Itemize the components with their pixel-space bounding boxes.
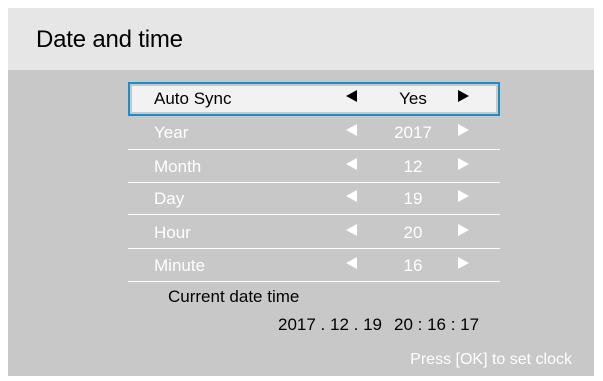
setting-label: Auto Sync (154, 89, 232, 108)
setting-row-auto-sync[interactable]: Auto Sync Yes (128, 82, 500, 116)
setting-row-month[interactable]: Month 12 (128, 150, 500, 184)
osd-panel: Date and time Auto Sync Yes Year 2017 Mo… (8, 8, 594, 376)
setting-value: 16 (403, 256, 423, 275)
setting-label: Minute (154, 256, 206, 275)
decrease-arrow-icon[interactable] (346, 90, 357, 102)
setting-row-day[interactable]: Day 19 (128, 182, 500, 216)
decrease-arrow-icon[interactable] (346, 257, 357, 269)
setting-label: Hour (154, 223, 191, 242)
decrease-arrow-icon[interactable] (346, 224, 357, 236)
setting-value: 2017 (394, 123, 432, 142)
current-date-value: 2017 . 12 . 19 (278, 315, 382, 334)
row-divider (128, 214, 500, 215)
increase-arrow-icon[interactable] (458, 124, 469, 136)
header-bar: Date and time (8, 8, 594, 70)
increase-arrow-icon[interactable] (458, 224, 469, 236)
setting-label: Year (154, 123, 189, 142)
decrease-arrow-icon[interactable] (346, 190, 357, 202)
setting-row-minute[interactable]: Minute 16 (128, 249, 500, 283)
setting-value: Yes (399, 89, 427, 108)
current-date-time-label: Current date time (168, 287, 300, 306)
decrease-arrow-icon[interactable] (346, 124, 357, 136)
setting-value: 20 (403, 223, 423, 242)
setting-row-year[interactable]: Year 2017 (128, 116, 500, 150)
increase-arrow-icon[interactable] (458, 90, 469, 102)
setting-label: Month (154, 157, 202, 176)
row-divider (128, 281, 500, 282)
increase-arrow-icon[interactable] (458, 257, 469, 269)
setting-label: Day (154, 189, 185, 208)
setting-value: 12 (403, 157, 423, 176)
decrease-arrow-icon[interactable] (346, 158, 357, 170)
increase-arrow-icon[interactable] (458, 158, 469, 170)
footer-hint: Press [OK] to set clock (410, 351, 572, 368)
setting-row-hour[interactable]: Hour 20 (128, 216, 500, 250)
increase-arrow-icon[interactable] (458, 190, 469, 202)
page-title: Date and time (36, 26, 183, 53)
setting-value: 19 (403, 189, 423, 208)
current-time-value: 20 : 16 : 17 (394, 315, 480, 334)
